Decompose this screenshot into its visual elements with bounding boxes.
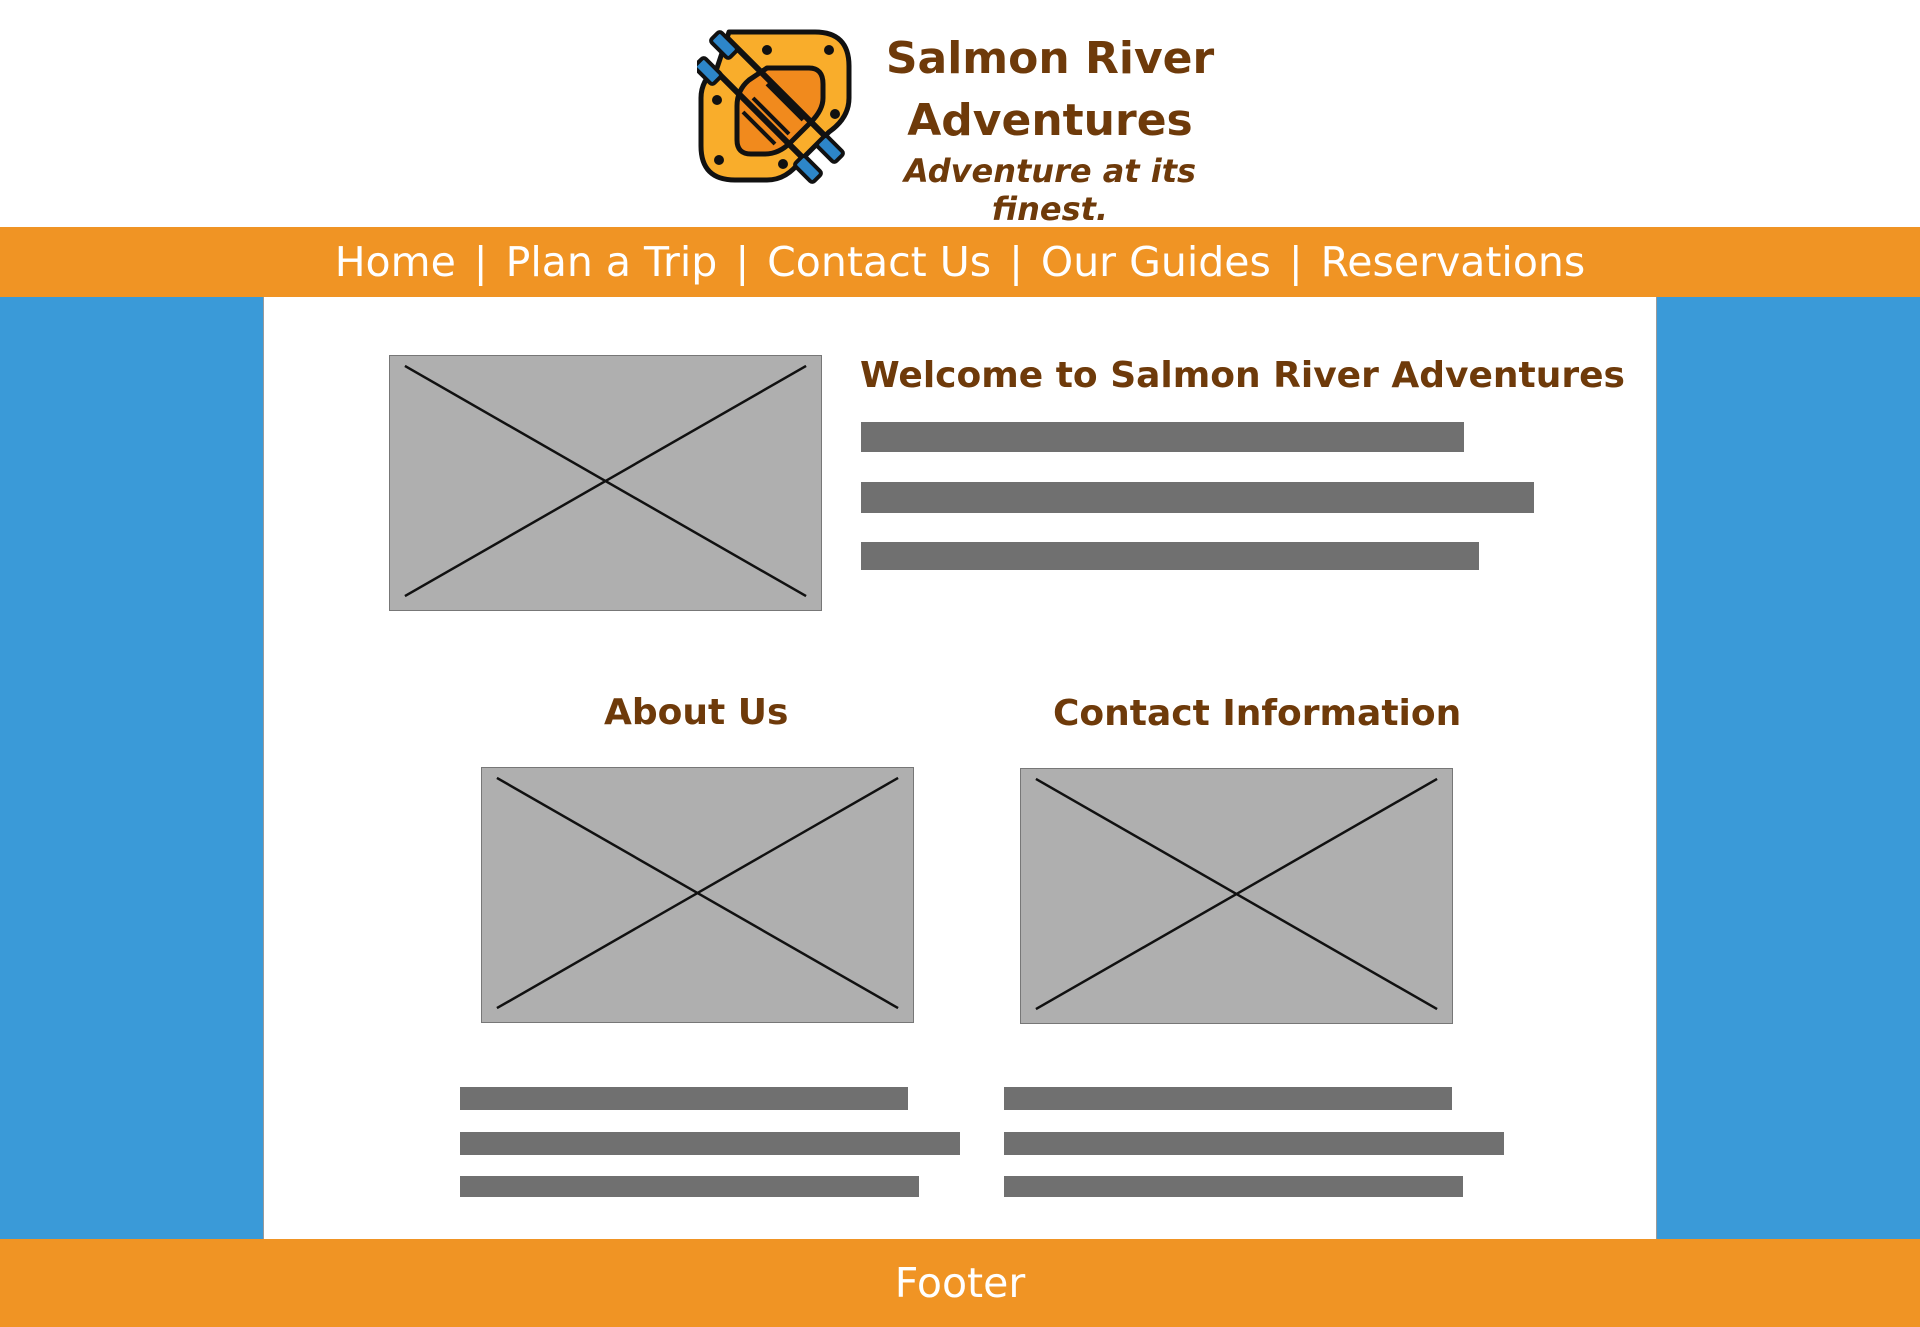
text-line-placeholder	[460, 1132, 960, 1155]
welcome-heading: Welcome to Salmon River Adventures	[860, 355, 1625, 396]
text-line-placeholder	[460, 1087, 908, 1110]
nav-link-plan-a-trip[interactable]: Plan a Trip	[506, 238, 718, 286]
welcome-image-placeholder	[389, 355, 822, 611]
text-line-placeholder	[460, 1176, 919, 1197]
right-sidebar-background	[1657, 297, 1920, 1239]
text-line-placeholder	[1004, 1132, 1504, 1155]
nav-link-reservations[interactable]: Reservations	[1321, 238, 1586, 286]
nav-separator: |	[1288, 238, 1303, 286]
site-footer: Footer	[0, 1239, 1920, 1327]
text-line-placeholder	[861, 542, 1479, 570]
placeholder-cross-icon	[496, 776, 899, 1010]
about-us-heading: About Us	[604, 692, 789, 733]
nav-separator: |	[473, 238, 488, 286]
about-us-image-placeholder	[481, 767, 914, 1023]
contact-information-heading: Contact Information	[1053, 693, 1462, 734]
text-line-placeholder	[1004, 1087, 1452, 1110]
text-line-placeholder	[861, 482, 1534, 513]
nav-link-contact-us[interactable]: Contact Us	[767, 238, 991, 286]
nav-separator: |	[1009, 238, 1023, 286]
placeholder-cross-icon	[1035, 777, 1438, 1011]
site-title-line2: Adventures	[907, 95, 1193, 146]
text-line-placeholder	[861, 422, 1464, 452]
raft-logo-icon[interactable]	[697, 28, 857, 188]
contact-image-placeholder	[1020, 768, 1453, 1024]
main-content: Welcome to Salmon River Adventures About…	[263, 297, 1657, 1239]
nav-link-our-guides[interactable]: Our Guides	[1041, 238, 1271, 286]
site-title-line1: Salmon River	[885, 33, 1215, 84]
site-tagline: Adventure at its finest.	[903, 152, 1197, 228]
site-header: Salmon River Adventures Adventure at its…	[0, 0, 1920, 228]
nav-separator: |	[735, 238, 750, 286]
site-title: Salmon River Adventures	[860, 28, 1240, 152]
footer-label: Footer	[894, 1259, 1026, 1307]
left-sidebar-background	[0, 297, 263, 1239]
nav-link-home[interactable]: Home	[335, 238, 456, 286]
main-nav: Home | Plan a Trip | Contact Us | Our Gu…	[0, 227, 1920, 297]
placeholder-cross-icon	[404, 364, 807, 598]
text-line-placeholder	[1004, 1176, 1463, 1197]
